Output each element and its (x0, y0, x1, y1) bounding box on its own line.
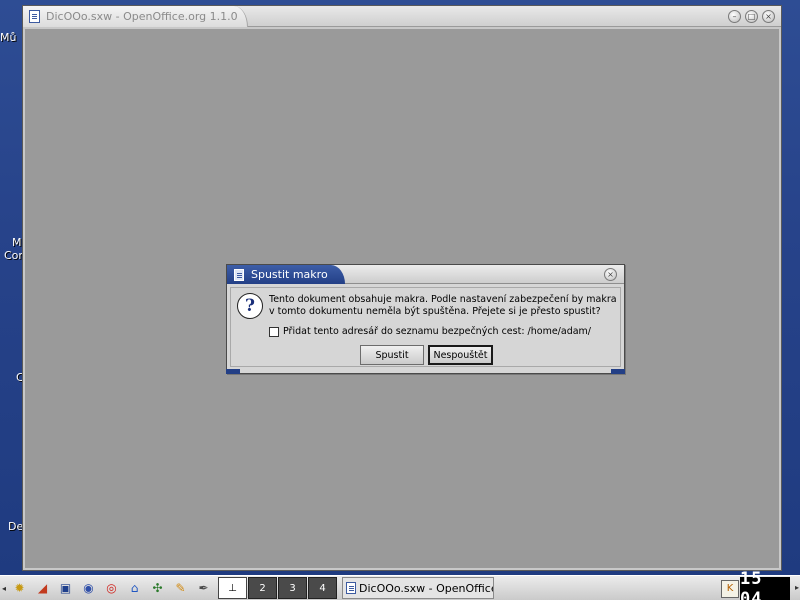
desktop-icon-label[interactable]: Mů (0, 31, 22, 44)
window-controls: – □ × (728, 10, 775, 23)
terminal-icon[interactable]: ▣ (55, 578, 76, 599)
desktop-2-button[interactable]: 2 (248, 577, 277, 599)
task-openoffice-button[interactable]: DicOOo.sxw - OpenOffice (342, 577, 494, 599)
trusted-path-checkbox[interactable] (269, 326, 279, 337)
quill-icon[interactable]: ✒ (193, 578, 214, 599)
taskbar: ◂ ✹ ◢ ▣ ◉ ◎ ⌂ ✣ ✎ ✒ ⊥ 2 3 4 DicOOo.sxw -… (0, 569, 800, 600)
pen-icon[interactable]: ✎ (170, 578, 191, 599)
klipper-icon[interactable]: K (721, 579, 739, 598)
kde-menu-gear-icon[interactable]: ✹ (9, 578, 30, 599)
desktop-pager: ⊥ 2 3 4 (218, 577, 338, 599)
taskbar-scroll-right-icon[interactable]: ▸ (795, 583, 799, 592)
window-title-tab[interactable]: DicOOo.sxw - OpenOffice.org 1.1.0 (23, 6, 248, 27)
dialog-corner (226, 369, 240, 374)
window-titlebar[interactable]: DicOOo.sxw - OpenOffice.org 1.1.0 – □ × (23, 6, 781, 27)
minimize-button[interactable]: – (728, 10, 741, 23)
clock[interactable]: 15 04 (740, 569, 790, 600)
question-icon: ? (237, 293, 263, 319)
desktop-4-button[interactable]: 4 (308, 577, 337, 599)
lifebuoy-icon[interactable]: ◎ (101, 578, 122, 599)
document-icon (234, 268, 244, 281)
desktop-1-button[interactable]: ⊥ (218, 577, 247, 599)
dialog-body: ? Tento dokument obsahuje makra. Podle n… (230, 287, 621, 367)
dialog-message: Tento dokument obsahuje makra. Podle nas… (269, 294, 617, 317)
desktop-icon-label[interactable]: Cor (4, 249, 22, 262)
run-macro-dialog: Spustit makro × ? Tento dokument obsahuj… (226, 264, 625, 374)
dialog-titlebar[interactable]: Spustit makro × (227, 265, 624, 284)
desktop-3-button[interactable]: 3 (278, 577, 307, 599)
dialog-title: Spustit makro (251, 268, 328, 281)
window-title: DicOOo.sxw - OpenOffice.org 1.1.0 (46, 10, 238, 23)
dialog-corner (611, 369, 625, 374)
task-label: DicOOo.sxw - OpenOffice (359, 581, 494, 595)
maximize-button[interactable]: □ (745, 10, 758, 23)
document-icon (29, 10, 40, 23)
paper-icon[interactable]: ◢ (32, 578, 53, 599)
close-button[interactable]: × (762, 10, 775, 23)
trusted-path-option[interactable]: Přidat tento adresář do seznamu bezpečný… (269, 326, 591, 337)
dialog-title-tab[interactable]: Spustit makro (227, 265, 345, 284)
run-button[interactable]: Spustit (360, 345, 424, 365)
trusted-path-label[interactable]: Přidat tento adresář do seznamu bezpečný… (283, 326, 591, 337)
globe-icon[interactable]: ◉ (78, 578, 99, 599)
taskbar-scroll-left-icon[interactable]: ◂ (0, 584, 8, 593)
document-icon (346, 582, 356, 594)
network-icon[interactable]: ✣ (147, 578, 168, 599)
dialog-close-button[interactable]: × (604, 268, 617, 281)
desktop-icon-label[interactable]: M (12, 236, 22, 249)
home-icon[interactable]: ⌂ (124, 578, 145, 599)
dont-run-button[interactable]: Nespouštět (428, 345, 493, 365)
desktop-icon-label[interactable]: De (8, 520, 22, 533)
